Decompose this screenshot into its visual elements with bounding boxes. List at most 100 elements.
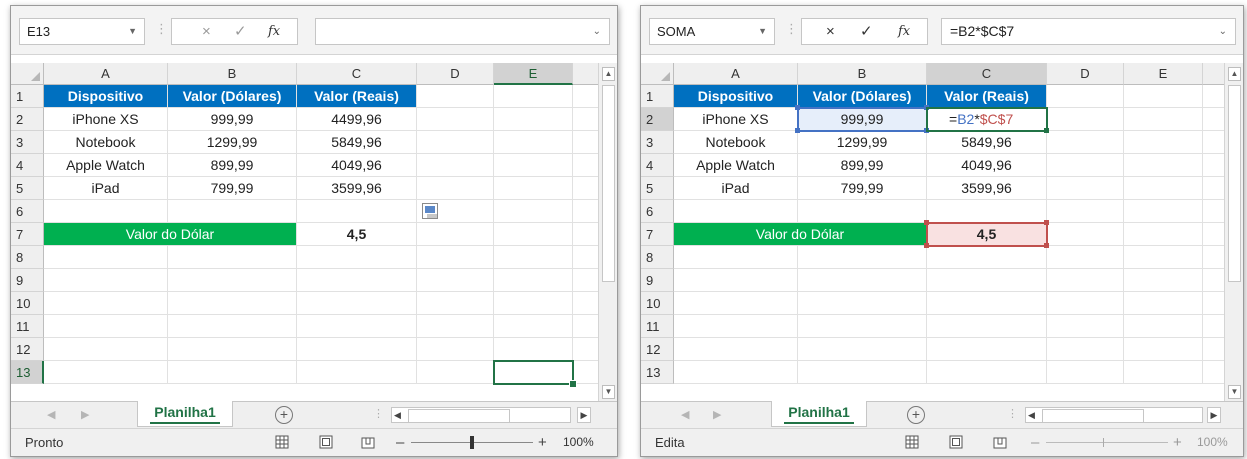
cell-a7-merged[interactable]: Valor do Dólar	[674, 223, 927, 246]
row-header[interactable]: 6	[641, 200, 674, 223]
ref-handle[interactable]	[1044, 220, 1049, 225]
cell-b5[interactable]: 799,99	[798, 177, 927, 200]
insert-function-icon[interactable]: fx	[268, 19, 280, 44]
cell-c2[interactable]: 4499,96	[297, 108, 417, 131]
fill-handle[interactable]	[1044, 128, 1049, 133]
column-header-e[interactable]: E	[1124, 63, 1203, 85]
next-sheet-icon[interactable]: ▶	[713, 408, 721, 421]
page-layout-icon[interactable]	[319, 435, 333, 449]
cell-b5[interactable]: 799,99	[168, 177, 297, 200]
scroll-up-icon[interactable]: ▲	[1228, 67, 1241, 81]
row-header[interactable]: 12	[641, 338, 674, 361]
ref-handle[interactable]	[924, 220, 929, 225]
scroll-right-icon[interactable]: ▶	[577, 407, 591, 423]
cell-b3[interactable]: 1299,99	[798, 131, 927, 154]
zoom-level[interactable]: 100%	[563, 429, 594, 456]
zoom-out-icon[interactable]: –	[396, 429, 404, 456]
cell-b4[interactable]: 899,99	[168, 154, 297, 177]
column-header-c[interactable]: C	[297, 63, 417, 85]
zoom-slider-thumb[interactable]	[470, 436, 474, 449]
cell-c5[interactable]: 3599,96	[927, 177, 1047, 200]
page-break-icon[interactable]	[993, 435, 1007, 449]
row-header[interactable]: 2	[641, 108, 674, 131]
row-header[interactable]: 4	[641, 154, 674, 177]
row-header[interactable]: 8	[11, 246, 44, 269]
scroll-thumb[interactable]	[602, 85, 615, 282]
cell-b4[interactable]: 899,99	[798, 154, 927, 177]
prev-sheet-icon[interactable]: ◀	[47, 408, 55, 421]
insert-function-icon[interactable]: fx	[898, 19, 910, 44]
name-box[interactable]: E13 ▼	[19, 18, 145, 45]
cell-a3[interactable]: Notebook	[44, 131, 168, 154]
enter-check-icon[interactable]: ✓	[860, 19, 873, 44]
row-header[interactable]: 1	[11, 85, 44, 108]
cell-a4[interactable]: Apple Watch	[44, 154, 168, 177]
scroll-down-icon[interactable]: ▼	[602, 385, 615, 399]
active-cell-e13[interactable]	[493, 360, 577, 388]
expand-formula-icon[interactable]: ⌄	[593, 19, 601, 44]
scroll-right-icon[interactable]: ▶	[1207, 407, 1221, 423]
normal-view-icon[interactable]	[275, 435, 289, 449]
scroll-thumb[interactable]	[1228, 85, 1241, 282]
row-header[interactable]: 1	[641, 85, 674, 108]
zoom-in-icon[interactable]: +	[1173, 429, 1182, 456]
cell-c5[interactable]: 3599,96	[297, 177, 417, 200]
expand-formula-icon[interactable]: ⌄	[1219, 19, 1227, 44]
cell-b1[interactable]: Valor (Dólares)	[168, 85, 297, 108]
vertical-scrollbar[interactable]: ▲ ▼	[598, 63, 617, 403]
cell-b3[interactable]: 1299,99	[168, 131, 297, 154]
add-sheet-icon[interactable]: +	[907, 406, 925, 424]
enter-check-icon[interactable]: ✓	[234, 19, 247, 44]
chevron-down-icon[interactable]: ▼	[758, 19, 767, 44]
cell-c7[interactable]: 4,5	[297, 223, 417, 246]
column-header-e[interactable]: E	[494, 63, 573, 85]
cell-c4[interactable]: 4049,96	[297, 154, 417, 177]
column-header-f[interactable]	[1203, 63, 1225, 85]
row-header[interactable]: 9	[641, 269, 674, 292]
cell-c3[interactable]: 5849,96	[297, 131, 417, 154]
cell-c4[interactable]: 4049,96	[927, 154, 1047, 177]
cell-a5[interactable]: iPad	[44, 177, 168, 200]
row-header[interactable]: 13	[11, 361, 44, 384]
column-header-a[interactable]: A	[674, 63, 798, 85]
column-header-d[interactable]: D	[417, 63, 494, 85]
cell-a4[interactable]: Apple Watch	[674, 154, 798, 177]
row-header[interactable]: 6	[11, 200, 44, 223]
row-header[interactable]: 13	[641, 361, 674, 384]
row-header[interactable]: 3	[11, 131, 44, 154]
column-header-c[interactable]: C	[927, 63, 1047, 85]
chevron-down-icon[interactable]: ▼	[128, 19, 137, 44]
sheet-tab-planilha1[interactable]: Planilha1	[137, 401, 233, 427]
row-header[interactable]: 8	[641, 246, 674, 269]
cell-a2[interactable]: iPhone XS	[674, 108, 798, 131]
row-header[interactable]: 5	[11, 177, 44, 200]
formula-input[interactable]: =B2*$C$7 ⌄	[941, 18, 1236, 45]
next-sheet-icon[interactable]: ▶	[81, 408, 89, 421]
select-all-button[interactable]	[641, 63, 674, 85]
cell-a5[interactable]: iPad	[674, 177, 798, 200]
formula-input[interactable]: ⌄	[315, 18, 610, 45]
column-header-f[interactable]	[573, 63, 599, 85]
paste-options-icon[interactable]	[422, 203, 438, 219]
cell-a2[interactable]: iPhone XS	[44, 108, 168, 131]
cell-b2[interactable]: 999,99	[168, 108, 297, 131]
row-header[interactable]: 7	[641, 223, 674, 246]
row-header[interactable]: 12	[11, 338, 44, 361]
active-cell-c2[interactable]	[926, 107, 1048, 132]
scroll-left-icon[interactable]: ◀	[394, 408, 401, 422]
hscroll-thumb[interactable]	[1042, 409, 1144, 423]
horizontal-scrollbar[interactable]: ◀	[1025, 407, 1203, 423]
cell-a3[interactable]: Notebook	[674, 131, 798, 154]
cell-a1[interactable]: Dispositivo	[674, 85, 798, 108]
page-layout-icon[interactable]	[949, 435, 963, 449]
name-box[interactable]: SOMA ▼	[649, 18, 775, 45]
cell-a1[interactable]: Dispositivo	[44, 85, 168, 108]
column-header-b[interactable]: B	[798, 63, 927, 85]
cancel-icon[interactable]: ×	[202, 19, 211, 44]
zoom-level[interactable]: 100%	[1197, 429, 1228, 456]
ref-handle[interactable]	[924, 243, 929, 248]
hscroll-thumb[interactable]	[408, 409, 510, 423]
cell-a7-merged[interactable]: Valor do Dólar	[44, 223, 297, 246]
sheet-tab-planilha1[interactable]: Planilha1	[771, 401, 867, 427]
column-header-b[interactable]: B	[168, 63, 297, 85]
